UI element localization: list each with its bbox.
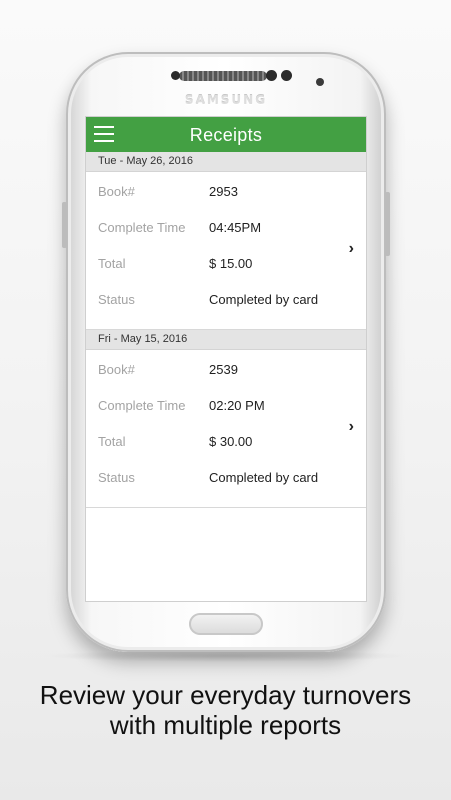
home-button [189,613,263,635]
book-value: 2953 [209,184,238,199]
receipt-item[interactable]: Book# 2539 Complete Time 02:20 PM Total … [86,350,366,508]
sensor-dot [171,71,180,80]
status-label: Status [98,470,135,485]
promo-caption: Review your everyday turnovers with mult… [0,680,451,740]
date-header: Tue - May 26, 2016 [86,152,366,172]
page-title: Receipts [189,125,263,145]
total-label: Total [98,434,126,449]
front-camera-icon [266,70,277,81]
time-value: 04:45PM [209,220,262,235]
book-label: Book# [98,184,135,199]
caption-line-2: with multiple reports [109,710,342,740]
time-label: Complete Time [98,398,186,413]
time-value: 02:20 PM [209,398,265,413]
status-label: Status [98,292,135,307]
total-label: Total [98,256,126,271]
chevron-right-icon[interactable]: › [349,418,354,436]
caption-line-1: Review your everyday turnovers [39,680,412,710]
time-label: Complete Time [98,220,186,235]
proximity-sensor [281,70,292,81]
volume-button [62,202,67,248]
book-label: Book# [98,362,135,377]
light-sensor [316,78,324,86]
phone-frame: SAMSUNG Receipts Tue - May 26, 2016 Book… [62,52,390,652]
power-button [385,192,390,256]
total-value: $ 30.00 [209,434,253,449]
phone-brand: SAMSUNG [184,93,268,107]
status-value: Completed by card [209,470,319,485]
book-value: 2539 [209,362,238,377]
app-screen: Receipts Tue - May 26, 2016 Book# 2953 C… [85,116,367,602]
receipt-item[interactable]: Book# 2953 Complete Time 04:45PM Total $… [86,172,366,330]
total-value: $ 15.00 [209,256,253,271]
app-bar: Receipts [86,117,366,152]
date-header: Fri - May 15, 2016 [86,330,366,350]
status-value: Completed by card [209,292,319,307]
speaker-grille [179,71,267,81]
chevron-right-icon[interactable]: › [349,240,354,258]
